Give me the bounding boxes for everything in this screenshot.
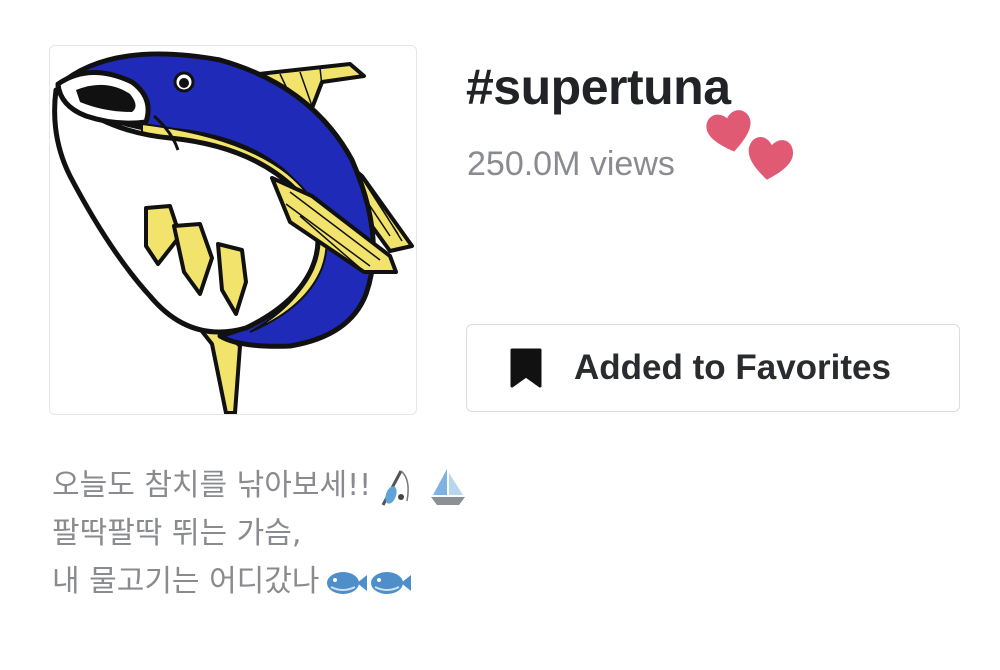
description-line: 팔딱팔딱 뛰는 가슴, [52,510,952,558]
fishing-rod-icon [377,465,421,507]
hashtag-title: #supertuna [466,59,731,115]
heart-icon [748,137,794,180]
sailboat-icon [427,465,469,507]
tuna-illustration [52,51,414,414]
favorites-button-label: Added to Favorites [574,348,891,387]
hashtag-page: #supertuna 250.0M views Added to Favorit… [0,0,1000,670]
description-text: 오늘도 참치를 낚아보세!! [52,468,372,503]
bookmark-icon [510,348,542,388]
views-count: 250.0M views [467,145,675,183]
blowfish-icon [325,565,413,599]
description-line: 오늘도 참치를 낚아보세!! [52,462,952,510]
two-hearts-icon [702,108,802,186]
description-text: 팔딱팔딱 뛰는 가슴, [52,516,302,551]
heart-icon [706,110,751,152]
description-line: 내 물고기는 어디갔나 [52,558,952,606]
hashtag-cover-image [49,45,417,415]
description-text: 내 물고기는 어디갔나 [52,564,320,599]
added-to-favorites-button[interactable]: Added to Favorites [466,324,960,412]
hashtag-description: 오늘도 참치를 낚아보세!! 팔딱팔딱 뛰는 가슴, 내 물고기는 어디갔나 [52,462,952,606]
